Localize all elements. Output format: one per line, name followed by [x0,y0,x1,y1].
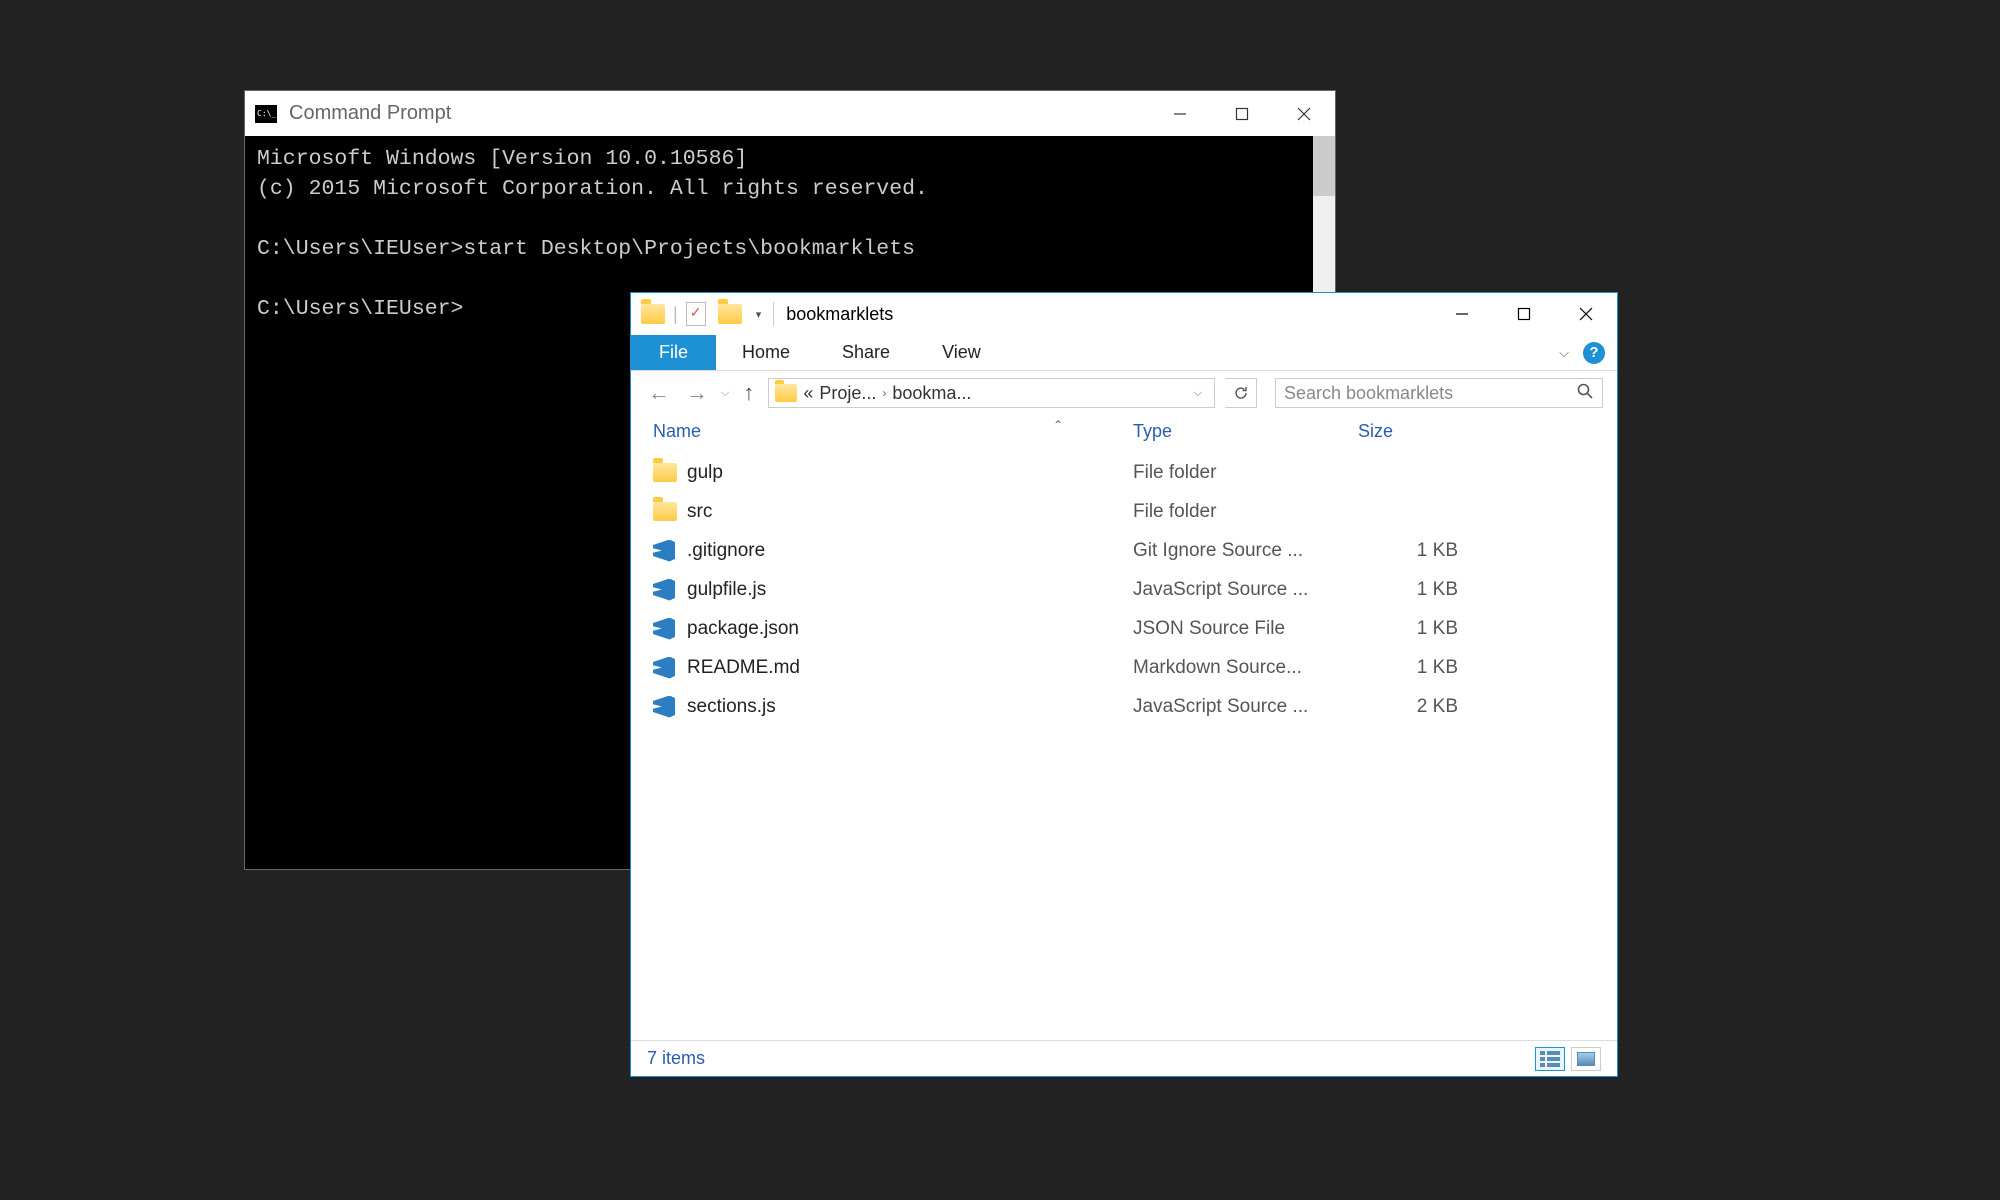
thumbnails-view-icon [1577,1052,1595,1066]
nav-up-button[interactable]: ↑ [743,380,754,406]
cmd-prompt: C:\Users\IEUser> [257,297,463,321]
file-explorer-window[interactable]: | ▾ bookmarklets File Home Share View ⌵ … [630,292,1618,1077]
explorer-close-button[interactable] [1555,293,1617,335]
ribbon: File Home Share View ⌵ ? [631,335,1617,371]
file-size: 1 KB [1358,657,1458,679]
cmd-line: (c) 2015 Microsoft Corporation. All righ… [257,177,928,201]
cmd-maximize-button[interactable] [1211,91,1273,136]
navigation-bar: ← → ⌵ ↑ « Proje... › bookma... ⌵ Search … [631,371,1617,415]
file-row[interactable]: package.jsonJSON Source File1 KB [653,609,1617,648]
column-header-type[interactable]: Type [1133,421,1358,442]
vscode-file-icon [653,618,675,640]
file-type: File folder [1133,462,1358,484]
file-type: Markdown Source... [1133,657,1358,679]
ribbon-tab-file[interactable]: File [631,335,716,370]
file-row[interactable]: srcFile folder [653,492,1617,531]
file-name[interactable]: package.json [687,618,1133,640]
folder-icon [653,502,677,521]
file-size: 1 KB [1358,540,1458,562]
cmd-line: C:\Users\IEUser>start Desktop\Projects\b… [257,237,915,261]
file-name[interactable]: .gitignore [687,540,1133,562]
file-row[interactable]: sections.jsJavaScript Source ...2 KB [653,687,1617,726]
view-details-button[interactable] [1535,1047,1565,1071]
search-icon[interactable] [1576,382,1594,405]
status-bar: 7 items [631,1040,1617,1076]
ribbon-tab-share[interactable]: Share [816,335,916,370]
cmd-titlebar[interactable]: Command Prompt [245,91,1335,136]
refresh-button[interactable] [1225,378,1257,408]
file-name[interactable]: src [687,501,1133,523]
explorer-minimize-button[interactable] [1431,293,1493,335]
cmd-close-button[interactable] [1273,91,1335,136]
vscode-file-icon [653,540,675,562]
file-type: JavaScript Source ... [1133,696,1358,718]
vscode-file-icon [653,657,675,679]
qat-newfolder-icon[interactable] [718,304,742,324]
address-crumb-projects[interactable]: Proje... [819,383,876,404]
file-name[interactable]: README.md [687,657,1133,679]
nav-back-button[interactable]: ← [645,380,673,406]
cmd-icon [255,105,277,123]
address-overflow[interactable]: « [803,383,813,404]
explorer-titlebar[interactable]: | ▾ bookmarklets [631,293,1617,335]
ribbon-tab-home[interactable]: Home [716,335,816,370]
cmd-title: Command Prompt [289,102,451,125]
file-type: JSON Source File [1133,618,1358,640]
column-headers: Name Type Size ⌃ [631,415,1617,447]
file-row[interactable]: gulpfile.jsJavaScript Source ...1 KB [653,570,1617,609]
sort-indicator-icon: ⌃ [1053,418,1063,432]
nav-forward-button[interactable]: → [683,380,711,406]
cmd-line: Microsoft Windows [Version 10.0.10586] [257,147,747,171]
search-box[interactable]: Search bookmarklets [1275,378,1603,408]
file-size: 1 KB [1358,618,1458,640]
title-separator [773,302,774,326]
file-name[interactable]: gulpfile.js [687,579,1133,601]
file-name[interactable]: sections.js [687,696,1133,718]
file-list[interactable]: gulpFile foldersrcFile folder.gitignoreG… [631,447,1617,726]
address-folder-icon [775,384,797,402]
address-crumb-bookmarklets[interactable]: bookma... [892,383,971,404]
qat-folder-icon[interactable] [641,304,665,324]
file-type: Git Ignore Source ... [1133,540,1358,562]
qat-properties-icon[interactable] [686,302,706,326]
view-thumbnails-button[interactable] [1571,1047,1601,1071]
ribbon-expand-icon[interactable]: ⌵ [1559,345,1569,361]
chevron-right-icon[interactable]: › [882,386,886,400]
address-dropdown-icon[interactable]: ⌵ [1188,387,1208,400]
explorer-maximize-button[interactable] [1493,293,1555,335]
search-placeholder: Search bookmarklets [1284,383,1453,404]
nav-recent-dropdown-icon[interactable]: ⌵ [721,387,729,400]
file-type: JavaScript Source ... [1133,579,1358,601]
file-row[interactable]: README.mdMarkdown Source...1 KB [653,648,1617,687]
vscode-file-icon [653,579,675,601]
file-size: 1 KB [1358,579,1458,601]
qat-separator: | [673,304,678,325]
status-item-count: 7 items [647,1048,705,1069]
help-icon[interactable]: ? [1583,342,1605,364]
qat-dropdown-icon[interactable]: ▾ [756,308,762,321]
address-bar[interactable]: « Proje... › bookma... ⌵ [768,378,1215,408]
ribbon-tab-view[interactable]: View [916,335,1007,370]
folder-icon [653,463,677,482]
cmd-scroll-thumb[interactable] [1313,136,1335,196]
file-row[interactable]: gulpFile folder [653,453,1617,492]
file-row[interactable]: .gitignoreGit Ignore Source ...1 KB [653,531,1617,570]
cmd-minimize-button[interactable] [1149,91,1211,136]
details-view-icon [1540,1051,1560,1067]
file-size: 2 KB [1358,696,1458,718]
explorer-title: bookmarklets [786,304,893,325]
vscode-file-icon [653,696,675,718]
file-type: File folder [1133,501,1358,523]
file-name[interactable]: gulp [687,462,1133,484]
column-header-size[interactable]: Size [1358,421,1458,442]
